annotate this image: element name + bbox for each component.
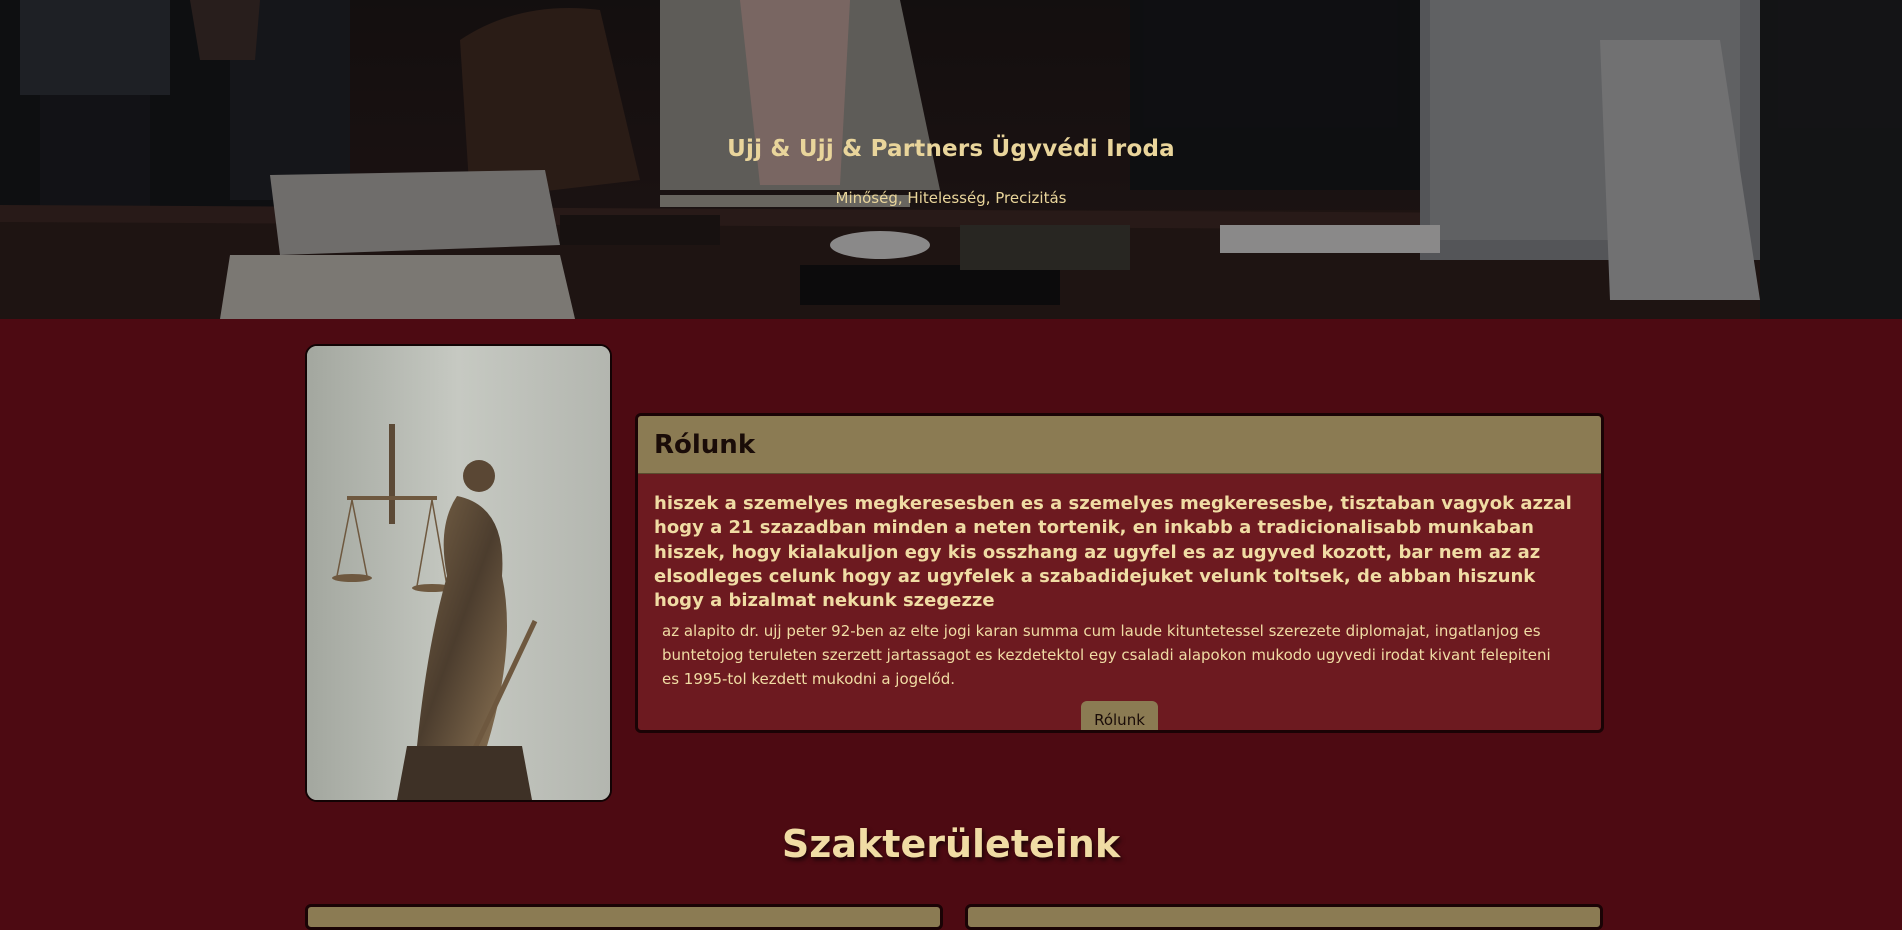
- about-card-title: Rólunk: [654, 429, 756, 460]
- practice-area-card: [965, 904, 1603, 930]
- hero-banner: Ujj & Ujj & Partners Ügyvédi Iroda Minős…: [0, 0, 1902, 319]
- practice-area-card: [305, 904, 943, 930]
- about-button[interactable]: Rólunk: [1081, 701, 1158, 730]
- lady-justice-figure: [307, 346, 610, 800]
- practice-areas-title: Szakterületeink: [781, 822, 1121, 866]
- about-card-header: Rólunk: [638, 416, 1601, 474]
- about-lead-text: hiszek a szemelyes megkeresesben es a sz…: [654, 493, 1572, 612]
- about-card: Rólunk hiszek a szemelyes megkeresesben …: [635, 413, 1604, 733]
- justice-statue-image: [305, 344, 612, 802]
- about-body-text: az alapito dr. ujj peter 92-ben az elte …: [662, 622, 1551, 689]
- hero-subtitle: Minőség, Hitelesség, Precizitás: [835, 189, 1067, 207]
- hero-title: Ujj & Ujj & Partners Ügyvédi Iroda: [727, 136, 1175, 162]
